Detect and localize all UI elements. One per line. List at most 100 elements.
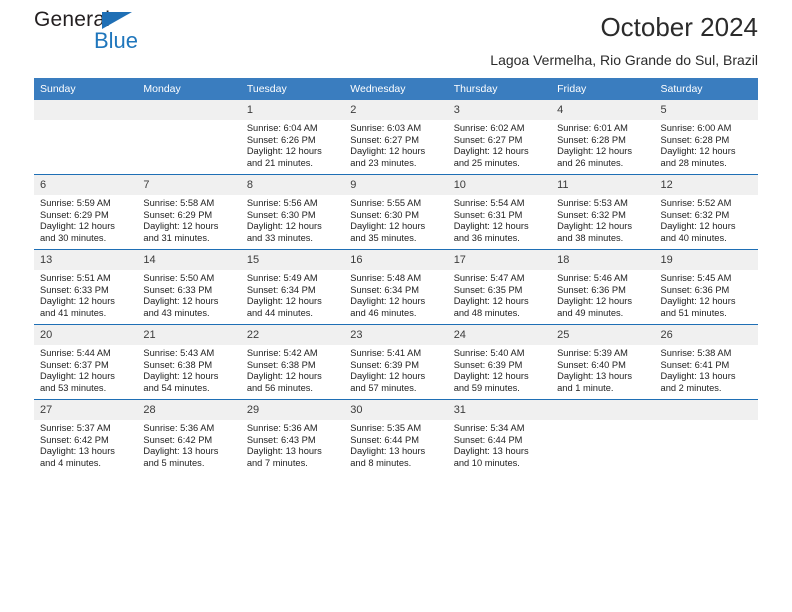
sunset-text: Sunset: 6:42 PM (40, 434, 109, 445)
sunset-text: Sunset: 6:34 PM (246, 284, 316, 295)
calendar-day-cell[interactable]: 26 Sunrise: 5:38 AM Sunset: 6:41 PM Dayligh… (654, 324, 758, 400)
day-number: 12 (654, 175, 758, 195)
calendar-day-cell[interactable]: 12 Sunrise: 5:52 AM Sunset: 6:32 PM Dayligh… (654, 174, 758, 250)
sunrise-text: Sunrise: 6:00 AM (660, 123, 732, 133)
daylight-text-line1: Daylight: 12 hours (660, 146, 736, 157)
calendar-day-cell[interactable]: 9 Sunrise: 5:55 AM Sunset: 6:30 PM Daylight… (344, 174, 448, 250)
daylight-text-line2: and 26 minutes. (557, 157, 624, 168)
sunrise-text: Sunrise: 5:36 AM (143, 423, 215, 433)
calendar-day-cell[interactable]: 31 Sunrise: 5:34 AM Sunset: 6:44 PM Dayligh… (447, 399, 552, 474)
day-number: 19 (654, 250, 758, 270)
calendar-day-cell[interactable]: 13 Sunrise: 5:51 AM Sunset: 6:33 PM Dayligh… (34, 249, 138, 325)
daylight-text-line2: and 40 minutes. (660, 232, 727, 243)
calendar-day-cell[interactable]: 15 Sunrise: 5:49 AM Sunset: 6:34 PM Dayligh… (240, 249, 345, 325)
calendar-day-cell[interactable]: 8 Sunrise: 5:56 AM Sunset: 6:30 PM Daylight… (240, 174, 345, 250)
sunset-text: Sunset: 6:26 PM (246, 134, 316, 145)
daylight-text-line1: Daylight: 13 hours (246, 446, 322, 457)
daylight-text-line2: and 30 minutes. (40, 232, 107, 243)
sunset-text: Sunset: 6:27 PM (350, 134, 419, 145)
daylight-text-line1: Daylight: 12 hours (143, 221, 219, 232)
daylight-text-line1: Daylight: 12 hours (453, 371, 529, 382)
day-number: 21 (137, 325, 241, 345)
calendar-day-cell[interactable]: 19 Sunrise: 5:45 AM Sunset: 6:36 PM Dayligh… (654, 249, 758, 325)
daylight-text-line2: and 4 minutes. (40, 457, 101, 468)
day-info: Sunrise: 5:38 AM Sunset: 6:41 PM Daylight:… (655, 345, 758, 394)
calendar-day-cell[interactable]: 4 Sunrise: 6:01 AM Sunset: 6:28 PM Daylight… (551, 100, 655, 175)
calendar-day-cell[interactable]: 14 Sunrise: 5:50 AM Sunset: 6:33 PM Dayligh… (137, 249, 241, 325)
day-info: Sunrise: 5:51 AM Sunset: 6:33 PM Daylight:… (34, 270, 137, 319)
daylight-text-line1: Daylight: 12 hours (246, 221, 322, 232)
calendar-day-cell-empty (654, 399, 758, 474)
day-number: 25 (551, 325, 655, 345)
calendar-day-cell[interactable]: 3 Sunrise: 6:02 AM Sunset: 6:27 PM Daylight… (447, 100, 552, 175)
sunset-text: Sunset: 6:34 PM (350, 284, 419, 295)
day-number (551, 400, 655, 420)
day-number: 4 (551, 100, 655, 120)
calendar-week-row: 27 Sunrise: 5:37 AM Sunset: 6:42 PM Dayligh… (34, 399, 758, 474)
day-info: Sunrise: 5:53 AM Sunset: 6:32 PM Daylight:… (551, 195, 654, 244)
calendar-day-cell[interactable]: 16 Sunrise: 5:48 AM Sunset: 6:34 PM Dayligh… (344, 249, 448, 325)
sunset-text: Sunset: 6:32 PM (660, 209, 730, 220)
sunrise-text: Sunrise: 5:44 AM (40, 348, 111, 358)
sunset-text: Sunset: 6:31 PM (453, 209, 523, 220)
general-blue-logo[interactable]: General Blue (34, 8, 214, 64)
sunset-text: Sunset: 6:39 PM (453, 359, 523, 370)
calendar-day-cell[interactable]: 29 Sunrise: 5:36 AM Sunset: 6:43 PM Dayligh… (240, 399, 345, 474)
day-info: Sunrise: 5:43 AM Sunset: 6:38 PM Daylight:… (137, 345, 240, 394)
daylight-text-line1: Daylight: 12 hours (143, 296, 219, 307)
sunrise-text: Sunrise: 6:03 AM (350, 123, 422, 133)
day-number: 26 (654, 325, 758, 345)
sunrise-text: Sunrise: 6:02 AM (453, 123, 525, 133)
calendar-day-cell[interactable]: 27 Sunrise: 5:37 AM Sunset: 6:42 PM Dayligh… (34, 399, 138, 474)
sunrise-text: Sunrise: 5:36 AM (246, 423, 318, 433)
day-number: 10 (447, 175, 552, 195)
daylight-text-line1: Daylight: 12 hours (660, 221, 736, 232)
calendar-day-cell[interactable]: 1 Sunrise: 6:04 AM Sunset: 6:26 PM Daylight… (240, 100, 345, 175)
sunrise-sunset-calendar: Sunday Monday Tuesday Wednesday Thursday… (34, 78, 758, 474)
calendar-day-cell[interactable]: 6 Sunrise: 5:59 AM Sunset: 6:29 PM Daylight… (34, 174, 138, 250)
calendar-day-cell[interactable]: 21 Sunrise: 5:43 AM Sunset: 6:38 PM Dayligh… (137, 324, 241, 400)
daylight-text-line1: Daylight: 12 hours (557, 146, 633, 157)
calendar-day-cell[interactable]: 28 Sunrise: 5:36 AM Sunset: 6:42 PM Dayligh… (137, 399, 241, 474)
column-header-saturday: Saturday (654, 78, 758, 100)
sunset-text: Sunset: 6:36 PM (660, 284, 730, 295)
day-number: 22 (240, 325, 345, 345)
day-info: Sunrise: 5:59 AM Sunset: 6:29 PM Daylight:… (34, 195, 137, 244)
calendar-day-cell[interactable]: 25 Sunrise: 5:39 AM Sunset: 6:40 PM Dayligh… (551, 324, 655, 400)
calendar-day-cell[interactable]: 11 Sunrise: 5:53 AM Sunset: 6:32 PM Dayligh… (551, 174, 655, 250)
day-number: 28 (137, 400, 241, 420)
calendar-day-cell[interactable]: 17 Sunrise: 5:47 AM Sunset: 6:35 PM Dayligh… (447, 249, 552, 325)
daylight-text-line2: and 21 minutes. (246, 157, 313, 168)
day-info: Sunrise: 6:02 AM Sunset: 6:27 PM Daylight:… (448, 120, 551, 169)
calendar-day-cell[interactable]: 5 Sunrise: 6:00 AM Sunset: 6:28 PM Daylight… (654, 100, 758, 175)
day-info: Sunrise: 5:45 AM Sunset: 6:36 PM Daylight:… (655, 270, 758, 319)
daylight-text-line2: and 36 minutes. (453, 232, 520, 243)
logo-text-blue: Blue (94, 28, 139, 53)
day-info: Sunrise: 5:40 AM Sunset: 6:39 PM Daylight:… (448, 345, 551, 394)
column-header-tuesday: Tuesday (240, 78, 345, 100)
calendar-day-cell[interactable]: 20 Sunrise: 5:44 AM Sunset: 6:37 PM Dayligh… (34, 324, 138, 400)
calendar-page: General Blue October 2024 Lagoa Vermelha… (0, 0, 792, 612)
calendar-day-cell[interactable]: 18 Sunrise: 5:46 AM Sunset: 6:36 PM Dayligh… (551, 249, 655, 325)
calendar-day-cell[interactable]: 30 Sunrise: 5:35 AM Sunset: 6:44 PM Dayligh… (344, 399, 448, 474)
sunset-text: Sunset: 6:29 PM (40, 209, 109, 220)
daylight-text-line1: Daylight: 12 hours (453, 146, 529, 157)
sunrise-text: Sunrise: 5:38 AM (660, 348, 732, 358)
daylight-text-line1: Daylight: 12 hours (350, 371, 426, 382)
day-info: Sunrise: 5:34 AM Sunset: 6:44 PM Daylight:… (448, 420, 551, 469)
day-number: 13 (34, 250, 138, 270)
daylight-text-line1: Daylight: 12 hours (453, 296, 529, 307)
calendar-day-cell[interactable]: 22 Sunrise: 5:42 AM Sunset: 6:38 PM Dayligh… (240, 324, 345, 400)
daylight-text-line1: Daylight: 12 hours (350, 296, 426, 307)
calendar-day-cell[interactable]: 2 Sunrise: 6:03 AM Sunset: 6:27 PM Daylight… (344, 100, 448, 175)
calendar-day-cell[interactable]: 23 Sunrise: 5:41 AM Sunset: 6:39 PM Dayligh… (344, 324, 448, 400)
daylight-text-line2: and 8 minutes. (350, 457, 412, 468)
calendar-week-row: 20 Sunrise: 5:44 AM Sunset: 6:37 PM Dayligh… (34, 324, 758, 400)
daylight-text-line1: Daylight: 12 hours (246, 371, 322, 382)
calendar-day-cell-empty (551, 399, 655, 474)
calendar-day-cell[interactable]: 10 Sunrise: 5:54 AM Sunset: 6:31 PM Dayligh… (447, 174, 552, 250)
calendar-day-cell[interactable]: 7 Sunrise: 5:58 AM Sunset: 6:29 PM Daylight… (137, 174, 241, 250)
daylight-text-line1: Daylight: 12 hours (350, 146, 426, 157)
calendar-day-cell[interactable]: 24 Sunrise: 5:40 AM Sunset: 6:39 PM Dayligh… (447, 324, 552, 400)
calendar-week-row: 6 Sunrise: 5:59 AM Sunset: 6:29 PM Daylight… (34, 174, 758, 250)
